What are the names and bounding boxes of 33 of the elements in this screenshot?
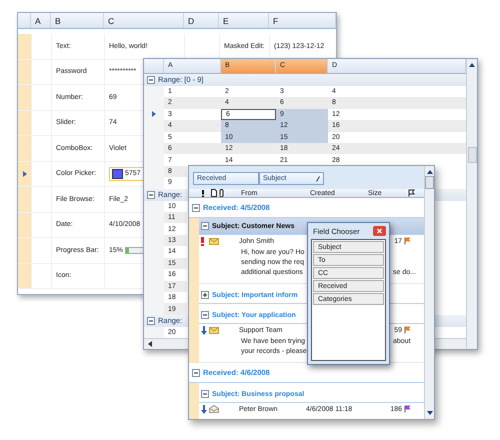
- sort-icon: [316, 176, 320, 182]
- collapse-icon[interactable]: [201, 311, 209, 319]
- column-header[interactable]: F: [269, 13, 336, 28]
- flag-icon[interactable]: [404, 405, 411, 413]
- collapse-icon[interactable]: [147, 316, 155, 325]
- paperclip-icon[interactable]: [219, 189, 224, 197]
- scroll-down-icon[interactable]: [426, 411, 432, 415]
- flag-icon[interactable]: [408, 189, 415, 197]
- column-header[interactable]: D: [184, 13, 219, 28]
- column-header[interactable]: A: [31, 13, 51, 28]
- collapse-icon[interactable]: [192, 204, 200, 212]
- document-icon[interactable]: [211, 189, 217, 197]
- close-icon[interactable]: [373, 226, 386, 236]
- column-header[interactable]: E: [219, 13, 269, 28]
- collapse-icon[interactable]: [201, 390, 209, 398]
- scroll-thumb[interactable]: [468, 147, 476, 163]
- vertical-scrollbar[interactable]: [424, 166, 434, 419]
- collapse-icon[interactable]: [201, 291, 209, 299]
- flag-icon[interactable]: [404, 326, 411, 334]
- column-header[interactable]: C: [104, 13, 184, 28]
- column-header[interactable]: B: [51, 13, 104, 28]
- collapse-icon[interactable]: [201, 222, 209, 230]
- vertical-scrollbar[interactable]: [466, 59, 477, 349]
- collapse-icon[interactable]: [147, 190, 155, 199]
- scroll-left-icon[interactable]: [148, 341, 152, 348]
- collapse-icon[interactable]: [147, 76, 155, 84]
- scroll-up-icon[interactable]: [426, 170, 432, 174]
- indent-strip: [189, 383, 199, 419]
- collapse-icon[interactable]: [192, 368, 200, 376]
- scroll-thumb[interactable]: [425, 176, 434, 189]
- flag-icon[interactable]: [404, 237, 411, 245]
- row-header[interactable]: [18, 162, 31, 186]
- scroll-up-icon[interactable]: [469, 63, 475, 67]
